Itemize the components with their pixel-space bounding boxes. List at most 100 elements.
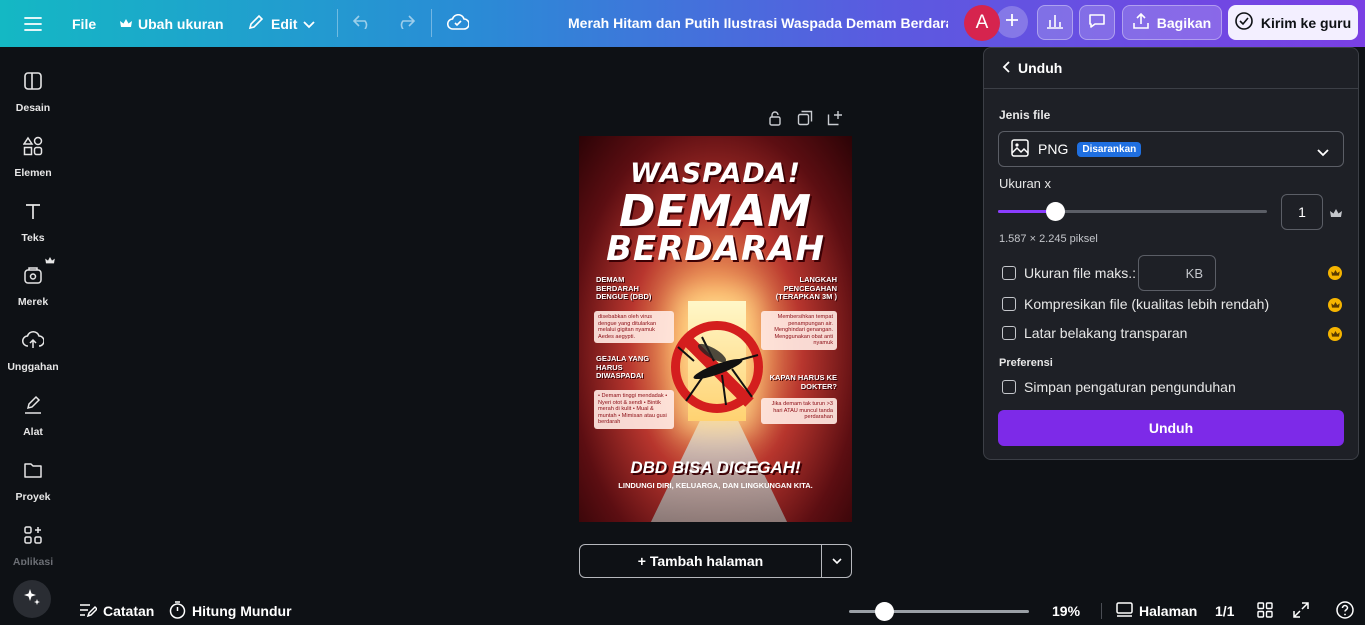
notes-label: Catatan <box>103 603 155 619</box>
sidebar-item-text[interactable]: Teks <box>0 197 66 257</box>
transparent-option[interactable]: Latar belakang transparan <box>1002 325 1187 341</box>
sidebar-item-brand[interactable]: Merek <box>0 261 66 321</box>
resize-button[interactable]: Ubah ukuran <box>120 0 224 47</box>
add-page-button[interactable]: + Tambah halaman <box>580 545 822 577</box>
menu-icon[interactable] <box>24 0 42 47</box>
file-type-label: Jenis file <box>999 108 1051 122</box>
pages-button[interactable]: Halaman <box>1116 600 1197 622</box>
magic-button[interactable] <box>13 580 51 618</box>
sidebar-item-apps[interactable]: Aplikasi <box>0 521 66 565</box>
fullscreen-button[interactable] <box>1293 600 1309 622</box>
top-bar: File Ubah ukuran Edit Merah Hitam dan Pu… <box>0 0 1365 47</box>
cloud-upload-icon <box>22 326 45 355</box>
timer-button[interactable]: Hitung Mundur <box>169 600 292 622</box>
comment-icon <box>1088 13 1106 32</box>
lock-icon[interactable] <box>767 110 783 131</box>
compress-label: Kompresikan file (kualitas lebih rendah) <box>1024 296 1270 312</box>
avatar[interactable]: A <box>964 5 1000 41</box>
sidebar-item-label: Merek <box>17 296 49 308</box>
crown-icon <box>1328 266 1342 280</box>
pencil-icon <box>247 13 265 34</box>
shapes-icon <box>22 132 43 161</box>
share-button[interactable]: Bagikan <box>1122 5 1222 40</box>
save-preferences-checkbox[interactable] <box>1002 380 1016 394</box>
file-menu[interactable]: File <box>72 0 96 47</box>
poster-left-heading-2: GEJALA YANG HARUS DIWASPADAI <box>596 354 650 380</box>
transparent-label: Latar belakang transparan <box>1024 325 1188 341</box>
file-type-select[interactable]: PNG Disarankan <box>998 131 1344 167</box>
kb-unit: KB <box>1185 265 1203 281</box>
sidebar-item-label: Aplikasi <box>12 556 54 565</box>
crown-icon <box>1328 327 1342 341</box>
poster-right-box-1: Membersihkan tempat penampungan air. Men… <box>761 311 837 350</box>
undo-button[interactable] <box>352 0 373 47</box>
left-sidebar: Desain Elemen Teks Merek Unggahan Alat P… <box>0 47 66 625</box>
send-to-teacher-button[interactable]: Kirim ke guru <box>1228 5 1358 40</box>
document-title[interactable]: Merah Hitam dan Putih Ilustrasi Waspada … <box>568 0 948 47</box>
timer-label: Hitung Mundur <box>192 603 292 619</box>
sidebar-item-design[interactable]: Desain <box>0 67 66 127</box>
file-label: File <box>72 15 97 32</box>
size-slider-thumb[interactable] <box>1046 202 1065 221</box>
notes-icon <box>79 602 99 621</box>
transparent-checkbox[interactable] <box>1002 326 1016 340</box>
file-type-value: PNG <box>1038 141 1069 157</box>
edit-menu[interactable]: Edit <box>247 0 316 47</box>
panel-title: Unduh <box>1018 60 1063 76</box>
crown-icon <box>45 252 55 270</box>
cloud-check-icon <box>446 13 470 33</box>
zoom-level[interactable]: 19% <box>1052 600 1080 622</box>
poster-left-heading-1: DEMAM BERDARAH DENGUE (DBD) <box>596 275 652 301</box>
mosquito-icon <box>677 336 759 406</box>
poster-right-heading-1: LANGKAH PENCEGAHAN (TERAPKAN 3M ) <box>775 275 837 301</box>
apps-icon <box>23 521 43 550</box>
grid-view-button[interactable] <box>1257 600 1273 622</box>
notes-button[interactable]: Catatan <box>79 600 154 622</box>
layout-icon <box>23 67 43 96</box>
sidebar-item-elements[interactable]: Elemen <box>0 132 66 192</box>
help-button[interactable] <box>1336 600 1354 622</box>
grid-icon <box>1257 601 1273 621</box>
sidebar-item-projects[interactable]: Proyek <box>0 456 66 516</box>
compress-option[interactable]: Kompresikan file (kualitas lebih rendah) <box>1002 296 1269 312</box>
edit-label: Edit <box>271 15 298 32</box>
cloud-save-button[interactable] <box>446 0 470 47</box>
sidebar-item-tools[interactable]: Alat <box>0 391 66 451</box>
save-preferences-label: Simpan pengaturan pengunduhan <box>1024 379 1236 395</box>
download-button[interactable]: Unduh <box>998 410 1344 446</box>
poster-footer-subtitle: LINDUNGI DIRI, KELUARGA, DAN LINGKUNGAN … <box>618 481 813 490</box>
max-size-checkbox[interactable] <box>1002 266 1016 280</box>
size-input[interactable]: 1 <box>1281 194 1323 230</box>
compress-checkbox[interactable] <box>1002 297 1016 311</box>
bar-chart-icon <box>1046 13 1064 32</box>
poster-footer-title: DBD BISA DICEGAH! <box>630 458 801 477</box>
download-panel-header[interactable]: Unduh <box>984 48 1358 89</box>
redo-button[interactable] <box>395 0 416 47</box>
divider <box>337 9 338 37</box>
add-page-options-button[interactable] <box>822 545 851 577</box>
page-count: 1/1 <box>1215 603 1235 619</box>
comments-button[interactable] <box>1079 5 1115 40</box>
check-circle-icon <box>1235 12 1253 33</box>
chevron-down-icon <box>831 552 842 570</box>
chevron-left-icon[interactable] <box>1002 60 1012 76</box>
insights-button[interactable] <box>1037 5 1073 40</box>
pages-label: Halaman <box>1139 603 1198 619</box>
add-collaborator-button[interactable] <box>996 6 1028 38</box>
save-preferences-option[interactable]: Simpan pengaturan pengunduhan <box>1002 379 1236 395</box>
download-panel: Unduh Jenis file PNG Disarankan Ukuran x… <box>983 47 1359 460</box>
zoom-slider-thumb[interactable] <box>875 602 894 621</box>
chevron-down-icon <box>1317 144 1329 160</box>
add-page-icon[interactable] <box>827 110 843 131</box>
sidebar-item-label: Teks <box>21 232 45 244</box>
text-icon <box>23 197 43 226</box>
max-size-input[interactable]: KB <box>1138 255 1216 291</box>
recommended-badge: Disarankan <box>1077 141 1142 157</box>
chevron-down-icon <box>303 16 316 32</box>
sidebar-item-uploads[interactable]: Unggahan <box>0 326 66 386</box>
design-page[interactable]: WASPADA! DEMAM BERDARAH DEMAM BERDARAH D… <box>579 136 852 522</box>
max-size-option[interactable]: Ukuran file maks.: <box>1002 265 1136 281</box>
duplicate-icon[interactable] <box>797 110 813 131</box>
poster-heading-1: WASPADA! <box>630 158 801 189</box>
pages-icon <box>1116 602 1133 620</box>
